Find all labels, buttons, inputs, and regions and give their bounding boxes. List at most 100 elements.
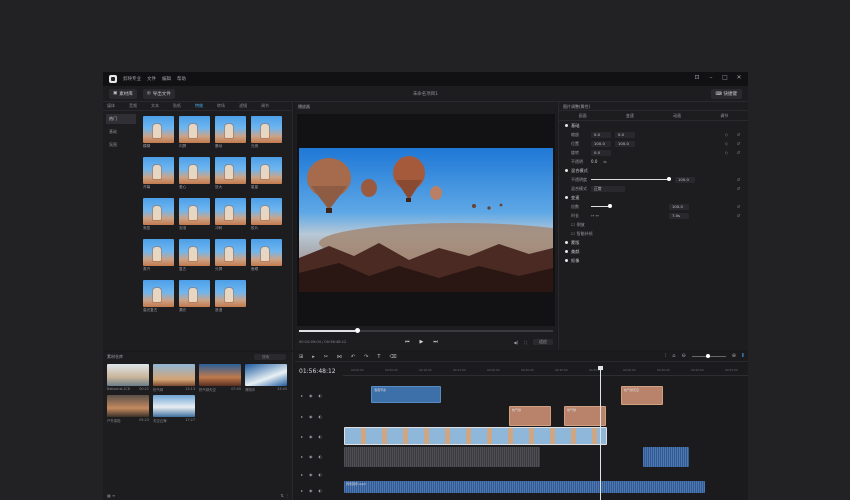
effect-item[interactable]: 开幕 xyxy=(143,157,174,190)
effect-item[interactable]: 星星 xyxy=(251,157,282,190)
scale-input[interactable]: 0.0 xyxy=(591,131,611,138)
row-smooth[interactable]: ☐ 智能补帧 xyxy=(559,229,748,238)
flip-icon[interactable]: ⇋ xyxy=(603,159,606,164)
redo-icon[interactable]: ↷ xyxy=(364,354,368,360)
library-item[interactable]: BalloonsL1C8 00:21 xyxy=(107,364,149,392)
slider-knob[interactable] xyxy=(667,177,671,181)
library-item[interactable]: 户外探险 05:23 xyxy=(107,395,149,423)
audio-toggle-icon[interactable]: ◐ xyxy=(319,472,323,477)
lock-icon[interactable]: ▸ xyxy=(301,393,303,398)
speed-slider[interactable] xyxy=(591,204,612,208)
checkbox-icon[interactable]: ☐ xyxy=(571,222,575,227)
effect-item[interactable]: 闪屏 xyxy=(179,116,210,149)
menu-help[interactable]: 帮助 xyxy=(177,76,186,82)
lock-icon[interactable]: ▸ xyxy=(301,488,303,493)
tab-picture[interactable]: 画面 xyxy=(579,113,587,119)
eye-icon[interactable]: ◉ xyxy=(309,454,313,459)
reset-icon[interactable]: ↺ xyxy=(737,213,740,218)
library-item[interactable]: 热气球天空 07:45 xyxy=(199,364,241,392)
timeline-ruler[interactable]: 00:00:00 00:05:00 00:10:00 00:15:00 00:20:00… xyxy=(343,366,748,376)
lock-icon[interactable]: ▸ xyxy=(301,454,303,459)
effect-item[interactable]: 爱心 xyxy=(179,157,210,190)
fit-icon[interactable]: ⫴ xyxy=(742,353,744,359)
effect-item[interactable]: 漏光 xyxy=(179,280,210,313)
duration-input[interactable]: 7.0s xyxy=(668,212,689,219)
mic-icon[interactable]: ⫶ xyxy=(665,353,666,359)
opacity-value[interactable]: 0.0 xyxy=(591,159,597,164)
overlay-clip-3[interactable]: 热气球天空 xyxy=(621,386,663,405)
shortcut-button[interactable]: ⌨ 快捷键 xyxy=(710,89,742,99)
tab-speed[interactable]: 变速 xyxy=(626,113,634,119)
minimize-icon[interactable]: – xyxy=(708,75,714,81)
zoom-in-icon[interactable]: ⊕ xyxy=(732,353,736,359)
grid-icon[interactable]: ⊞ xyxy=(299,354,303,360)
tab-sticker[interactable]: 贴纸 xyxy=(173,103,181,109)
import-button[interactable]: ▣ 素材库 xyxy=(109,88,137,99)
snapshot-icon[interactable]: ⊡ xyxy=(694,75,700,81)
main-video-clip[interactable] xyxy=(344,427,607,445)
zoom-select[interactable]: 适应 xyxy=(533,339,553,345)
pos-x-input[interactable]: 100.0 xyxy=(591,140,611,147)
blend-opacity-input[interactable]: 100.0 xyxy=(675,176,695,183)
preview-canvas[interactable] xyxy=(297,114,555,326)
split-icon[interactable]: ✂ xyxy=(324,354,328,360)
tab-adjust[interactable]: 调节 xyxy=(261,103,269,109)
lock-icon[interactable]: ▸ xyxy=(301,434,303,439)
effect-item[interactable]: 光斑 xyxy=(251,116,282,149)
blend-opacity-slider[interactable] xyxy=(591,177,671,181)
prev-frame-icon[interactable]: ⏮ xyxy=(405,339,410,345)
timeline-zoom-slider[interactable] xyxy=(691,353,726,358)
text-icon[interactable]: T xyxy=(377,354,380,360)
play-icon[interactable]: ▶ xyxy=(420,339,424,345)
rotate-input[interactable]: 0.0 xyxy=(591,149,611,156)
music-clip[interactable]: 背景音乐.mp3 xyxy=(344,481,705,493)
reset-icon[interactable]: ↺ xyxy=(737,204,740,209)
preview-scrubber[interactable] xyxy=(299,328,553,333)
effect-item[interactable]: 浪漫 xyxy=(215,280,246,313)
keyframe-icon[interactable]: ◇ xyxy=(725,141,728,146)
zoom-out-icon[interactable]: ⊖ xyxy=(681,353,685,359)
scrubber-knob[interactable] xyxy=(354,328,360,333)
volume-icon[interactable]: ◀) xyxy=(514,340,519,345)
reset-icon[interactable]: ↺ xyxy=(737,177,740,182)
select-icon[interactable]: ▸ xyxy=(312,354,315,360)
section-basic[interactable]: 基础 xyxy=(559,121,748,130)
tab-effects[interactable]: 特效 xyxy=(195,103,203,109)
effect-item[interactable]: 放大 xyxy=(215,157,246,190)
speed-input[interactable]: 100.0 xyxy=(669,203,689,210)
close-icon[interactable]: ✕ xyxy=(736,75,742,81)
pos-y-input[interactable]: 100.0 xyxy=(615,140,635,147)
effect-item[interactable]: 泡泡 xyxy=(179,198,210,231)
fullscreen-icon[interactable]: ⛶ xyxy=(524,340,527,345)
tab-transition[interactable]: 转场 xyxy=(217,103,225,109)
audio-toggle-icon[interactable]: ◐ xyxy=(319,434,323,439)
overlay-clip-1[interactable]: 热气球 xyxy=(509,406,551,426)
eye-icon[interactable]: ◉ xyxy=(309,472,313,477)
scale-input-2[interactable]: 0.0 xyxy=(615,131,635,138)
effect-item[interactable]: 模糊 xyxy=(143,116,174,149)
reset-icon[interactable]: ↺ xyxy=(737,132,740,137)
category-hot[interactable]: 热门 xyxy=(106,114,136,124)
audio-toggle-icon[interactable]: ◐ xyxy=(319,393,323,398)
menu-file[interactable]: 文件 xyxy=(147,76,156,82)
lock-icon[interactable]: ▸ xyxy=(301,472,303,477)
eye-icon[interactable]: ◉ xyxy=(309,488,313,493)
eye-icon[interactable]: ◉ xyxy=(309,434,313,439)
effect-item[interactable]: 胶片 xyxy=(251,198,282,231)
library-item[interactable]: 热气球 13:13 xyxy=(153,364,195,392)
slider-knob[interactable] xyxy=(608,204,612,208)
section-beauty[interactable]: 美颜 xyxy=(559,247,748,256)
timeline-playhead[interactable] xyxy=(598,366,603,500)
lock-icon[interactable]: ▸ xyxy=(301,414,303,419)
tab-animation[interactable]: 动画 xyxy=(673,113,681,119)
category-ambient[interactable]: 氛围 xyxy=(106,140,136,150)
library-item[interactable]: 滑翔伞 33:45 xyxy=(245,364,287,392)
menu-edit[interactable]: 编辑 xyxy=(162,76,171,82)
effect-item[interactable]: 复古 xyxy=(179,239,210,272)
category-basic[interactable]: 基础 xyxy=(106,127,136,137)
library-search[interactable]: 搜索 xyxy=(254,354,286,360)
undo-icon[interactable]: ↶ xyxy=(351,354,355,360)
eye-icon[interactable]: ◉ xyxy=(309,414,313,419)
keyframe-icon[interactable]: ◇ xyxy=(725,150,728,155)
delete-icon[interactable]: ⌫ xyxy=(389,354,396,360)
